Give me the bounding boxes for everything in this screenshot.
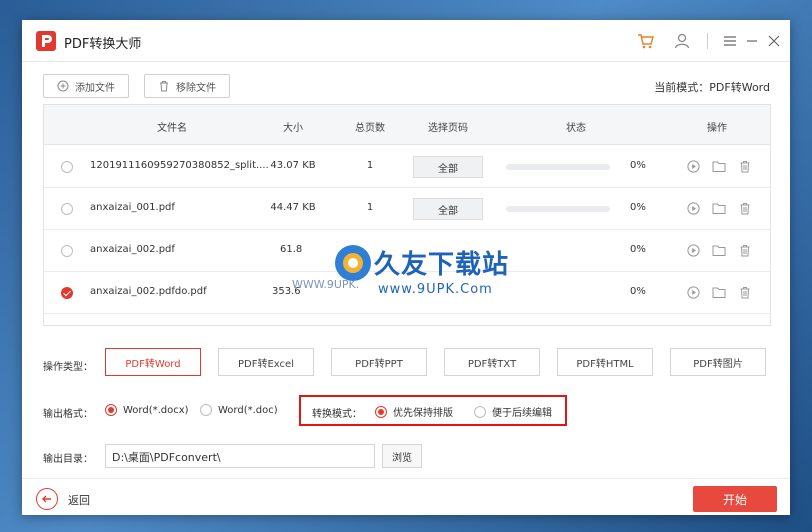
start-button[interactable]: 开始	[693, 486, 777, 512]
header-status: 状态	[566, 123, 586, 134]
folder-icon[interactable]	[712, 243, 726, 257]
row-size: 44.47 KB	[270, 202, 316, 213]
convert-radio-layout[interactable]: 优先保持排版	[375, 404, 453, 419]
folder-icon[interactable]	[712, 201, 726, 215]
conversion-mode-label: 转换模式：	[312, 409, 362, 420]
add-file-button[interactable]: 添加文件	[43, 74, 129, 98]
radio-dot	[105, 404, 117, 416]
output-format-label: 输出格式：	[43, 409, 93, 420]
browse-button[interactable]: 浏览	[382, 444, 422, 468]
row-size: 353.6	[272, 286, 301, 297]
type-button-pdf-excel[interactable]: PDF转Excel	[218, 348, 314, 376]
type-button-pdf-word[interactable]: PDF转Word	[105, 348, 201, 376]
menu-icon[interactable]	[719, 30, 741, 52]
row-select-radio[interactable]	[61, 203, 73, 215]
play-icon[interactable]	[686, 159, 700, 173]
progress-percent: 0%	[630, 244, 646, 255]
title-bar: PDF转换大师	[22, 20, 790, 62]
radio-dot	[200, 404, 212, 416]
row-pages: 1	[366, 202, 374, 213]
output-dir-input[interactable]: D:\桌面\PDFconvert\	[105, 444, 375, 468]
output-dir-label: 输出目录：	[43, 454, 93, 465]
table-row[interactable]: anxaizai_001.pdf 44.47 KB 1 全部 0%	[44, 188, 770, 230]
file-table: 文件名 大小 总页数 选择页码 状态 操作 120191116095927038…	[43, 104, 771, 326]
format-doc-label: Word(*.doc)	[218, 404, 278, 416]
progress-bar	[506, 164, 610, 170]
row-filename: anxaizai_001.pdf	[90, 202, 175, 213]
format-docx-label: Word(*.docx)	[123, 404, 189, 416]
convert-radio-editable[interactable]: 便于后续编辑	[474, 404, 552, 419]
title-separator	[707, 33, 708, 49]
play-icon[interactable]	[686, 243, 700, 257]
operation-type-label: 操作类型：	[43, 362, 93, 373]
play-icon[interactable]	[686, 201, 700, 215]
back-arrow-icon[interactable]	[36, 488, 58, 510]
row-filename: 1201911160959270380852_split....	[90, 160, 269, 171]
row-filename: anxaizai_002.pdf	[90, 244, 175, 255]
convert-editable-label: 便于后续编辑	[492, 408, 552, 419]
row-pages: 1	[366, 160, 374, 171]
table-header: 文件名 大小 总页数 选择页码 状态 操作	[44, 105, 770, 145]
page-select-button[interactable]: 全部	[413, 156, 483, 178]
delete-icon[interactable]	[738, 243, 752, 257]
add-file-label: 添加文件	[75, 82, 115, 94]
header-size: 大小	[283, 123, 303, 134]
footer-bar: 返回 开始	[22, 478, 790, 515]
type-button-pdf-image[interactable]: PDF转图片	[670, 348, 766, 376]
close-icon[interactable]	[763, 30, 785, 52]
delete-icon[interactable]	[738, 285, 752, 299]
header-pages: 总页数	[355, 123, 385, 134]
play-icon[interactable]	[686, 285, 700, 299]
plus-circle-icon	[57, 80, 69, 92]
header-select-pages: 选择页码	[428, 123, 468, 134]
header-filename: 文件名	[157, 123, 187, 134]
row-size: 61.8	[280, 244, 303, 255]
app-title: PDF转换大师	[64, 37, 142, 52]
row-select-radio[interactable]	[61, 161, 73, 173]
row-select-radio[interactable]	[61, 245, 73, 257]
table-row[interactable]: anxaizai_002.pdfdo.pdf 353.6 0%	[44, 272, 770, 314]
delete-icon[interactable]	[738, 159, 752, 173]
minimize-icon[interactable]	[741, 30, 763, 52]
progress-percent: 0%	[630, 160, 646, 171]
row-filename: anxaizai_002.pdfdo.pdf	[90, 286, 207, 297]
progress-percent: 0%	[630, 202, 646, 213]
page-select-button[interactable]: 全部	[413, 198, 483, 220]
type-button-pdf-html[interactable]: PDF转HTML	[557, 348, 653, 376]
type-button-pdf-txt[interactable]: PDF转TXT	[444, 348, 540, 376]
progress-percent: 0%	[630, 286, 646, 297]
back-label[interactable]: 返回	[68, 492, 90, 508]
format-radio-doc[interactable]: Word(*.doc)	[200, 404, 278, 416]
app-window: PDF转换大师 添加文件 移除文件 当前模式：PDF转Word 文件名 大小 总…	[22, 20, 790, 515]
radio-dot	[474, 405, 486, 418]
progress-bar	[506, 206, 610, 212]
cart-icon[interactable]	[635, 30, 657, 52]
table-row[interactable]: 1201911160959270380852_split.... 43.07 K…	[44, 146, 770, 188]
format-radio-docx[interactable]: Word(*.docx)	[105, 404, 189, 416]
convert-layout-label: 优先保持排版	[393, 408, 453, 419]
type-button-pdf-ppt[interactable]: PDF转PPT	[331, 348, 427, 376]
row-select-radio[interactable]	[61, 287, 73, 299]
app-logo-icon	[36, 31, 56, 51]
table-row[interactable]: anxaizai_002.pdf 61.8 0%	[44, 230, 770, 272]
folder-icon[interactable]	[712, 159, 726, 173]
remove-file-label: 移除文件	[176, 82, 216, 94]
remove-file-button[interactable]: 移除文件	[144, 74, 230, 98]
header-actions: 操作	[707, 123, 727, 134]
radio-dot	[375, 405, 387, 418]
delete-icon[interactable]	[738, 201, 752, 215]
row-size: 43.07 KB	[270, 160, 316, 171]
user-icon[interactable]	[671, 30, 693, 52]
folder-icon[interactable]	[712, 285, 726, 299]
current-mode-label: 当前模式：PDF转Word	[654, 81, 770, 94]
trash-icon	[158, 80, 170, 92]
